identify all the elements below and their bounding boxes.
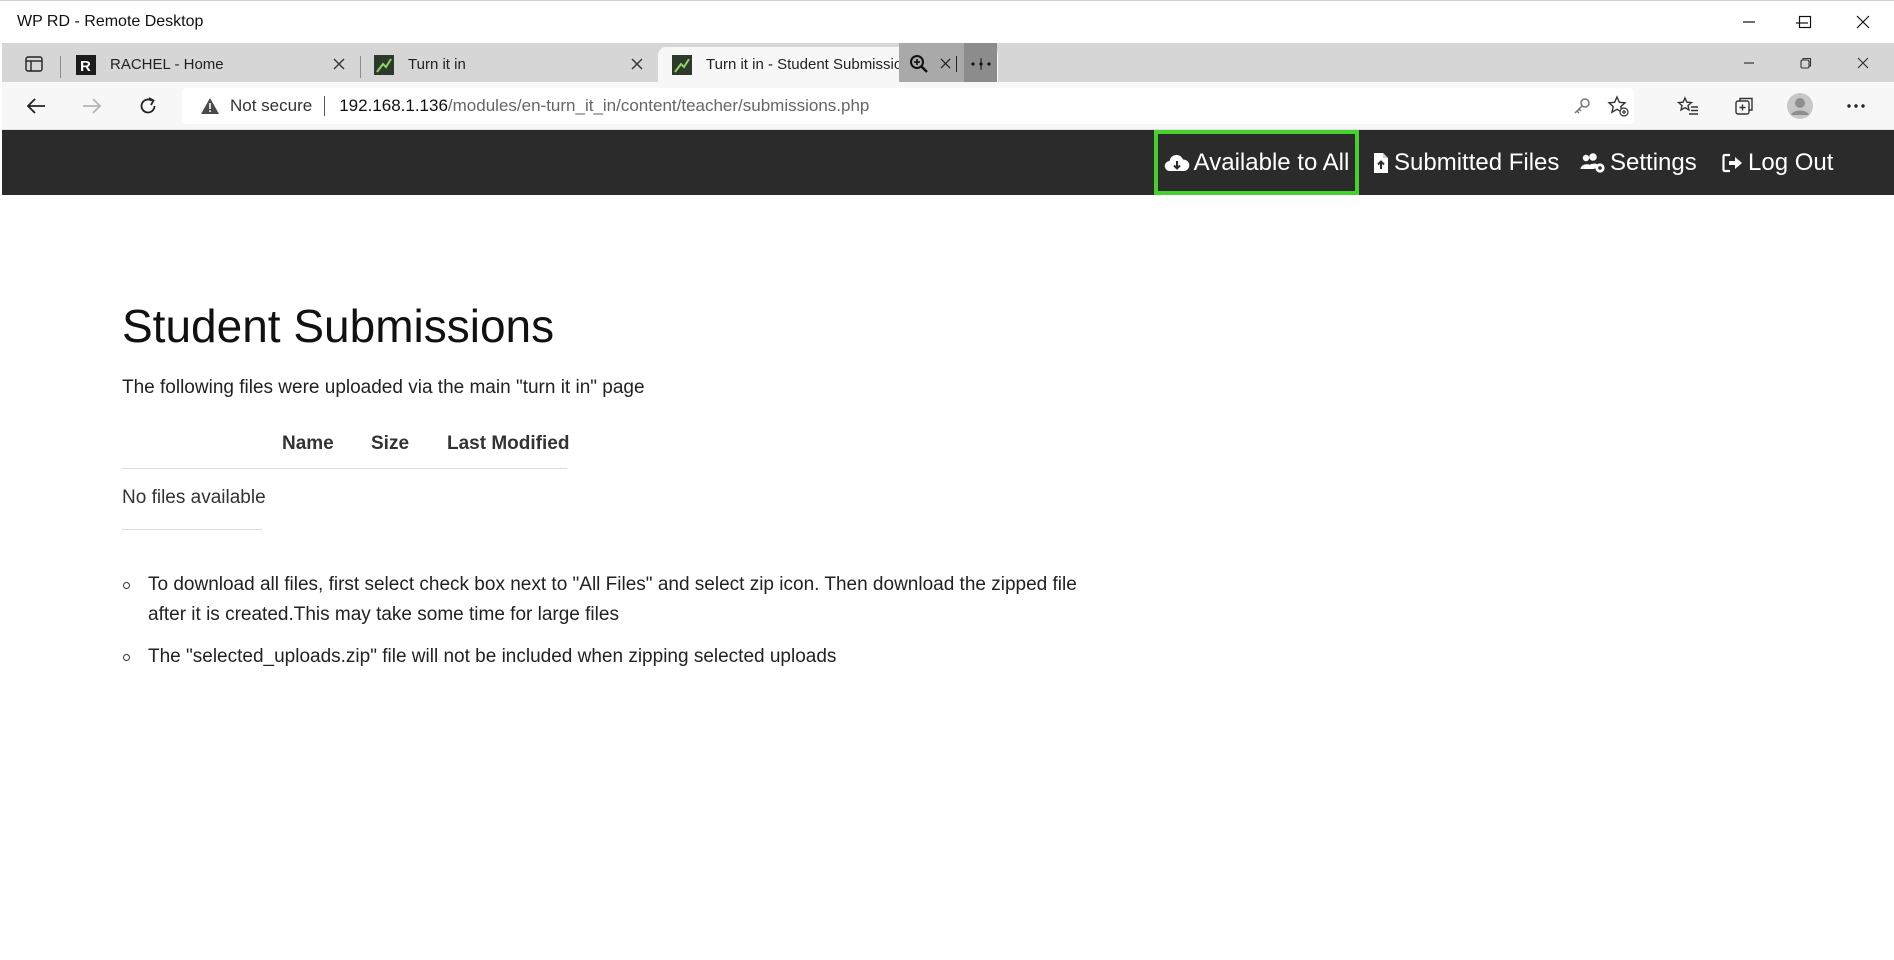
avatar-icon [1787, 93, 1813, 119]
tab-close-button[interactable] [939, 43, 952, 84]
maximize-icon [1798, 15, 1812, 28]
svg-text:R: R [80, 58, 91, 75]
tab-rachel-home[interactable]: R RACHEL - Home [62, 47, 360, 82]
rachel-logo-icon: R [76, 54, 96, 75]
browser-close-button[interactable] [1840, 43, 1886, 82]
tab-title: RACHEL - Home [110, 56, 224, 73]
rd-close-button[interactable] [1840, 0, 1886, 43]
turn-it-in-favicon-icon [672, 54, 692, 75]
zoom-button[interactable] [899, 43, 939, 84]
tab-actions-button[interactable] [10, 49, 58, 79]
collections-button[interactable] [1728, 90, 1760, 122]
warning-icon [200, 96, 220, 116]
rd-minimize-button[interactable] [1726, 0, 1772, 43]
refresh-icon [140, 97, 156, 114]
tab-close-button[interactable] [330, 55, 348, 73]
cloud-download-icon [1164, 154, 1189, 171]
star-add-icon [1607, 95, 1629, 117]
close-icon [631, 58, 643, 70]
browser-tab-strip: R RACHEL - Home Turn it in Turn it in - … [2, 43, 1894, 84]
close-icon [940, 58, 952, 69]
forward-button[interactable] [76, 90, 108, 122]
nav-available-to-all[interactable]: Available to All [1154, 130, 1359, 195]
pin-toolbar-button[interactable] [964, 43, 997, 84]
key-icon[interactable] [1570, 94, 1594, 118]
sign-out-icon [1722, 153, 1742, 172]
restore-icon [1800, 57, 1812, 69]
nav-log-out[interactable]: Log Out [1722, 130, 1833, 195]
security-status-label[interactable]: Not secure [230, 96, 312, 116]
settings-more-button[interactable] [1840, 90, 1872, 122]
overlay-divider [953, 43, 961, 84]
browser-restore-button[interactable] [1783, 43, 1829, 82]
tab-actions-icon [25, 56, 43, 72]
favorites-button[interactable] [1672, 90, 1704, 122]
url-text[interactable]: 192.168.1.136/modules/en-turn_it_in/cont… [339, 96, 869, 116]
instruction-text: To download all files, first select chec… [148, 574, 1077, 625]
browser-toolbar: Not secure 192.168.1.136/modules/en-turn… [2, 82, 1894, 130]
table-row: No files available [122, 469, 266, 530]
forward-arrow-icon [83, 98, 102, 114]
column-header-size[interactable]: Size [371, 433, 409, 455]
rd-maximize-button[interactable] [1782, 0, 1828, 43]
page-intro-text: The following files were uploaded via th… [122, 377, 645, 398]
address-field[interactable]: Not secure 192.168.1.136/modules/en-turn… [182, 88, 1634, 124]
empty-table-message: No files available [122, 487, 266, 508]
back-button[interactable] [20, 90, 52, 122]
collections-icon [1735, 97, 1753, 115]
column-header-name[interactable]: Name [282, 433, 334, 455]
favorites-list-icon [1677, 96, 1698, 115]
bullet-circle-icon [123, 582, 130, 589]
url-host: 192.168.1.136 [339, 96, 448, 115]
add-favorite-button[interactable] [1606, 94, 1630, 118]
zoom-in-icon [910, 54, 928, 73]
tab-close-button[interactable] [628, 55, 646, 73]
bullet-circle-icon [123, 654, 130, 661]
browser-minimize-button[interactable] [1726, 43, 1772, 82]
column-header-last-modified[interactable]: Last Modified [447, 433, 569, 455]
site-navbar: Available to All Submitted Files Setting… [2, 130, 1894, 195]
nav-submitted-files[interactable]: Submitted Files [1372, 130, 1559, 195]
url-path: /modules/en-turn_it_in/content/teacher/s… [447, 96, 870, 115]
remote-desktop-toolbar-overlay [899, 43, 997, 84]
nav-label: Available to All [1193, 148, 1350, 176]
file-upload-icon [1374, 152, 1388, 173]
list-item: The "selected_uploads.zip" file will not… [122, 642, 1082, 672]
instruction-text: The "selected_uploads.zip" file will not… [148, 646, 837, 667]
close-icon [333, 58, 345, 70]
web-page: Available to All Submitted Files Setting… [2, 130, 1894, 960]
minimize-icon [1744, 61, 1754, 64]
nav-settings[interactable]: Settings [1580, 130, 1697, 195]
profile-button[interactable] [1784, 90, 1816, 122]
more-dots-icon [971, 57, 991, 70]
users-gear-icon [1580, 152, 1605, 173]
minimize-icon [1743, 20, 1755, 23]
list-item: To download all files, first select chec… [122, 570, 1082, 630]
remote-desktop-titlebar: WP RD - Remote Desktop [0, 0, 1894, 43]
close-icon [1857, 57, 1869, 68]
tab-separator [60, 56, 61, 78]
nav-label: Submitted Files [1394, 148, 1560, 176]
refresh-button[interactable] [132, 90, 164, 122]
tab-title: Turn it in [408, 56, 466, 73]
more-horizontal-icon [1847, 104, 1865, 108]
nav-label: Log Out [1748, 148, 1834, 176]
turn-it-in-favicon-icon [374, 54, 394, 75]
tab-turn-it-in[interactable]: Turn it in [360, 47, 658, 82]
back-arrow-icon [26, 98, 45, 114]
url-divider [324, 96, 326, 116]
nav-label: Settings [1610, 148, 1697, 176]
close-icon [1856, 15, 1870, 28]
instructions-list: To download all files, first select chec… [122, 570, 1082, 684]
window-title: WP RD - Remote Desktop [17, 13, 204, 30]
table-header-row: Name Size Last Modified [122, 423, 569, 469]
page-title: Student Submissions [122, 300, 555, 352]
